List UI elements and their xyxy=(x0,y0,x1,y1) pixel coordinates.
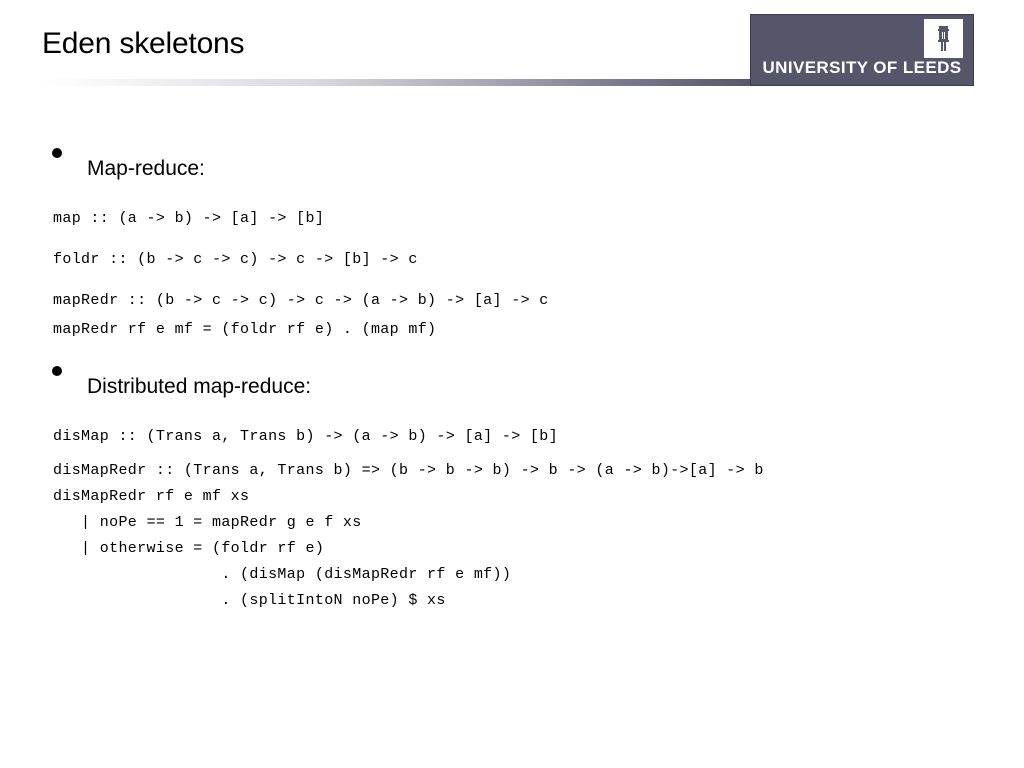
code-line: disMapRedr rf e mf xs xyxy=(53,488,250,505)
code-line: | otherwise = (foldr rf e) xyxy=(53,540,325,557)
page-title: Eden skeletons xyxy=(42,27,245,60)
bullet-dot-icon xyxy=(52,366,62,376)
bullet-label: Distributed map-reduce: xyxy=(87,375,312,398)
slide-header: Eden skeletons UNIVERSITY OF LEEDS xyxy=(0,0,1024,100)
code-line: foldr :: (b -> c -> c) -> c -> [b] -> c xyxy=(53,251,418,268)
code-line: . (disMap (disMapRedr rf e mf)) xyxy=(53,566,512,583)
bullet-item-map-reduce: Map-reduce: xyxy=(52,146,205,179)
code-line: map :: (a -> b) -> [a] -> [b] xyxy=(53,210,325,227)
university-logo: UNIVERSITY OF LEEDS xyxy=(750,14,974,86)
slide-body: Map-reduce: map :: (a -> b) -> [a] -> [b… xyxy=(0,100,1024,768)
code-line: . (splitIntoN noPe) $ xs xyxy=(53,592,446,609)
code-line: disMapRedr :: (Trans a, Trans b) => (b -… xyxy=(53,462,764,479)
code-line: mapRedr rf e mf = (foldr rf e) . (map mf… xyxy=(53,321,437,338)
bullet-item-distributed-map-reduce: Distributed map-reduce: xyxy=(52,364,311,397)
bullet-label: Map-reduce: xyxy=(87,157,205,180)
code-line: mapRedr :: (b -> c -> c) -> c -> (a -> b… xyxy=(53,292,549,309)
code-line: | noPe == 1 = mapRedr g e f xs xyxy=(53,514,362,531)
leeds-tower-crest-icon xyxy=(924,19,963,58)
title-divider xyxy=(42,79,752,86)
bullet-dot-icon xyxy=(52,148,62,158)
code-line: disMap :: (Trans a, Trans b) -> (a -> b)… xyxy=(53,428,558,445)
logo-wordmark: UNIVERSITY OF LEEDS xyxy=(762,58,962,77)
